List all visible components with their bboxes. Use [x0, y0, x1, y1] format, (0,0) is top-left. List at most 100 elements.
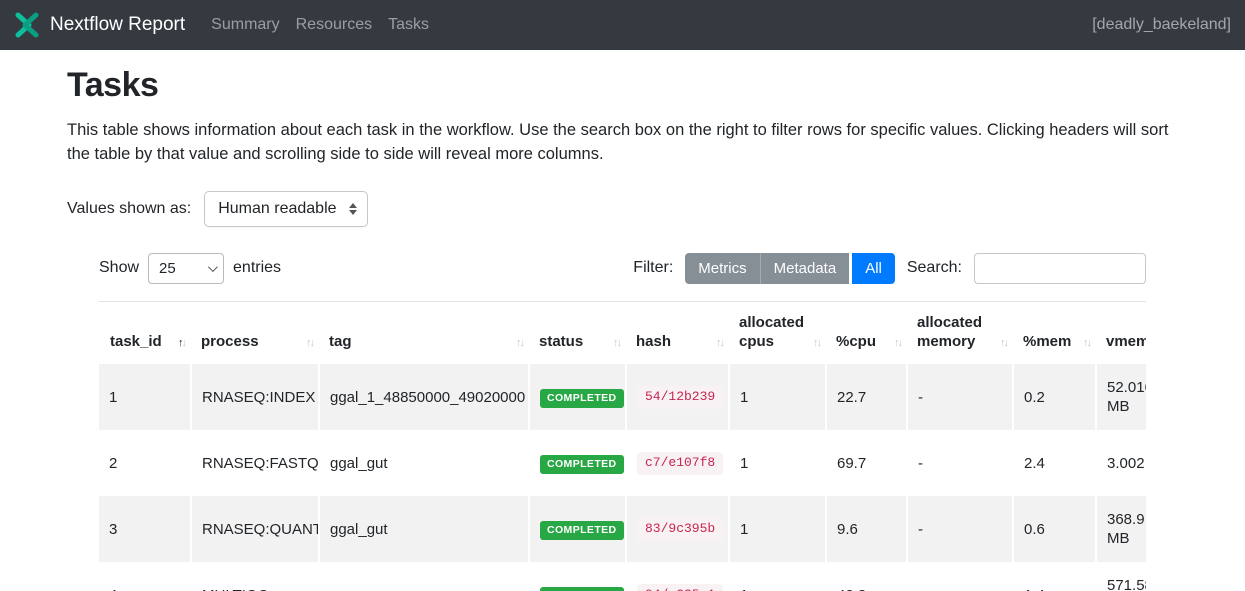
cell-process: RNASEQ:INDEX — [190, 364, 318, 430]
sort-icon: ↑↓ — [716, 337, 723, 351]
sort-icon: ↑↓ — [1083, 337, 1090, 351]
nextflow-logo — [14, 12, 40, 38]
cell-hash: 94/c235e1 — [625, 562, 728, 591]
select-updown-icon — [349, 203, 357, 215]
nav-link-resources[interactable]: Resources — [288, 16, 380, 34]
status-badge: COMPLETED — [540, 521, 624, 541]
cell-mem-pct: 0.6 — [1012, 496, 1095, 562]
column-header-process[interactable]: process ↑↓ — [190, 302, 318, 365]
filter-metrics-button[interactable]: Metrics — [685, 253, 759, 284]
table-row: 4 MULTIQC - COMPLETED 94/c235e1 1 42.8 -… — [99, 562, 1146, 591]
cell-status: COMPLETED — [528, 364, 625, 430]
cell-tag: ggal_gut — [318, 496, 528, 562]
cell-hash: 83/9c395b — [625, 496, 728, 562]
cell-hash: 54/12b239 — [625, 364, 728, 430]
datatable-section: Show 25 entries Filter: Metrics Metadata… — [99, 253, 1146, 591]
hash-chip: c7/e107f8 — [637, 452, 723, 475]
table-row: 3 RNASEQ:QUANT ggal_gut COMPLETED 83/9c3… — [99, 496, 1146, 562]
filter-all-button[interactable]: All — [852, 253, 895, 284]
hash-chip: 54/12b239 — [637, 386, 723, 409]
hash-chip: 94/c235e1 — [637, 584, 723, 591]
cell-task-id: 2 — [99, 430, 190, 496]
column-header-cpu-pct[interactable]: %cpu ↑↓ — [825, 302, 906, 365]
cell-allocated-cpus: 1 — [728, 364, 825, 430]
cell-process: RNASEQ:QUANT — [190, 496, 318, 562]
sort-icon: ↑↓ — [516, 337, 523, 351]
cell-mem-pct: 0.2 — [1012, 364, 1095, 430]
filter-button-group: Metrics Metadata All — [685, 253, 895, 284]
cell-allocated-memory: - — [906, 562, 1012, 591]
cell-task-id: 1 — [99, 364, 190, 430]
cell-status: COMPLETED — [528, 562, 625, 591]
cell-tag: - — [318, 562, 528, 591]
status-badge: COMPLETED — [540, 389, 624, 409]
hash-chip: 83/9c395b — [637, 518, 723, 541]
cell-tag: ggal_gut — [318, 430, 528, 496]
table-controls: Show 25 entries Filter: Metrics Metadata… — [99, 253, 1146, 284]
tasks-table: task_id ↑↓ process ↑↓ tag ↑↓ status — [99, 302, 1146, 591]
column-header-tag[interactable]: tag ↑↓ — [318, 302, 528, 365]
column-header-status[interactable]: status ↑↓ — [528, 302, 625, 365]
cell-cpu-pct: 9.6 — [825, 496, 906, 562]
entries-label: entries — [233, 259, 281, 277]
filter-label: Filter: — [633, 259, 673, 277]
search-label: Search: — [907, 259, 962, 277]
values-shown-label: Values shown as: — [67, 200, 191, 218]
sort-icon: ↑↓ — [894, 337, 901, 351]
sort-icon: ↑↓ — [178, 337, 185, 351]
column-header-allocated-cpus[interactable]: allocated cpus ↑↓ — [728, 302, 825, 365]
values-shown-value: Human readable — [218, 200, 336, 218]
sort-icon: ↑↓ — [306, 337, 313, 351]
filter-metadata-button[interactable]: Metadata — [760, 253, 850, 284]
chevron-down-icon — [208, 262, 218, 272]
cell-status: COMPLETED — [528, 496, 625, 562]
column-header-mem-pct[interactable]: %mem ↑↓ — [1012, 302, 1095, 365]
entries-select[interactable]: 25 — [148, 253, 224, 284]
column-header-vmem[interactable]: vmem ↑↓ — [1095, 302, 1146, 365]
cell-vmem: 3.002 — [1095, 430, 1146, 496]
cell-vmem: 368.9 MB — [1095, 496, 1146, 562]
content: Tasks This table shows information about… — [0, 50, 1245, 591]
cell-allocated-cpus: 1 — [728, 430, 825, 496]
column-header-task-id[interactable]: task_id ↑↓ — [99, 302, 190, 365]
cell-allocated-memory: - — [906, 364, 1012, 430]
values-shown-row: Values shown as: Human readable — [67, 191, 1178, 227]
cell-cpu-pct: 69.7 — [825, 430, 906, 496]
cell-cpu-pct: 42.8 — [825, 562, 906, 591]
table-row: 2 RNASEQ:FASTQC ggal_gut COMPLETED c7/e1… — [99, 430, 1146, 496]
show-label: Show — [99, 259, 139, 277]
cell-task-id: 3 — [99, 496, 190, 562]
cell-allocated-memory: - — [906, 496, 1012, 562]
table-row: 1 RNASEQ:INDEX ggal_1_48850000_49020000 … — [99, 364, 1146, 430]
run-name: [deadly_baekeland] — [1092, 16, 1231, 34]
search-input[interactable] — [974, 253, 1146, 284]
entries-control: Show 25 entries — [99, 253, 281, 284]
nav-link-summary[interactable]: Summary — [203, 16, 287, 34]
cell-allocated-cpus: 1 — [728, 562, 825, 591]
cell-vmem: 52.016 MB — [1095, 364, 1146, 430]
brand[interactable]: Nextflow Report — [14, 12, 185, 38]
entries-value: 25 — [159, 260, 176, 277]
tasks-table-wrapper[interactable]: task_id ↑↓ process ↑↓ tag ↑↓ status — [99, 301, 1146, 591]
cell-mem-pct: 2.4 — [1012, 430, 1095, 496]
values-shown-select[interactable]: Human readable — [204, 191, 367, 227]
page-title: Tasks — [67, 66, 1178, 105]
nav-link-tasks[interactable]: Tasks — [380, 16, 437, 34]
cell-process: MULTIQC — [190, 562, 318, 591]
cell-status: COMPLETED — [528, 430, 625, 496]
cell-cpu-pct: 22.7 — [825, 364, 906, 430]
sort-icon: ↑↓ — [1000, 337, 1007, 351]
navbar: Nextflow Report Summary Resources Tasks … — [0, 0, 1245, 50]
column-header-allocated-memory[interactable]: allocated memory ↑↓ — [906, 302, 1012, 365]
status-badge: COMPLETED — [540, 455, 624, 475]
filter-search-controls: Filter: Metrics Metadata All Search: — [633, 253, 1146, 284]
cell-tag: ggal_1_48850000_49020000 — [318, 364, 528, 430]
cell-task-id: 4 — [99, 562, 190, 591]
column-header-hash[interactable]: hash ↑↓ — [625, 302, 728, 365]
status-badge: COMPLETED — [540, 587, 624, 591]
cell-hash: c7/e107f8 — [625, 430, 728, 496]
cell-allocated-memory: - — [906, 430, 1012, 496]
page-description: This table shows information about each … — [67, 119, 1172, 167]
cell-process: RNASEQ:FASTQC — [190, 430, 318, 496]
cell-mem-pct: 1.4 — [1012, 562, 1095, 591]
